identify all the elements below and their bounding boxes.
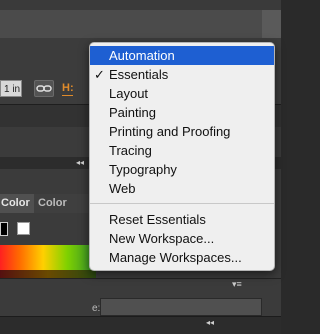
menu-item-web[interactable]: Web	[90, 179, 274, 198]
collapse-arrows-icon-bottom[interactable]: ◂◂	[206, 318, 214, 327]
title-bar	[0, 0, 281, 10]
menu-item-automation[interactable]: Automation	[90, 46, 274, 65]
panel-field[interactable]	[100, 298, 262, 316]
color-spectrum-shade[interactable]	[0, 270, 96, 278]
menu-item-typography[interactable]: Typography	[90, 160, 274, 179]
bottom-collapse-bar[interactable]	[0, 316, 281, 334]
menu-item-reset-essentials[interactable]: Reset Essentials	[90, 210, 274, 229]
panel-menu-icon[interactable]: ▾≡	[232, 279, 246, 289]
stroke-swatch[interactable]	[0, 222, 8, 236]
checkmark-icon: ✓	[94, 67, 105, 82]
menu-item-essentials[interactable]: ✓ Essentials	[90, 65, 274, 84]
menu-item-layout[interactable]: Layout	[90, 84, 274, 103]
collapse-arrows-icon[interactable]: ◂◂	[76, 157, 84, 169]
height-label: H:	[62, 82, 74, 94]
height-label-underline	[62, 95, 73, 96]
tab-color[interactable]: Color	[0, 194, 35, 213]
panel-field-label: e:	[92, 303, 101, 314]
tab-strip-edge	[262, 10, 281, 38]
menu-item-label: Essentials	[109, 67, 169, 82]
menu-item-printing-and-proofing[interactable]: Printing and Proofing	[90, 122, 274, 141]
menu-item-painting[interactable]: Painting	[90, 103, 274, 122]
menu-separator	[90, 203, 274, 204]
width-field[interactable]: 1 in	[0, 80, 22, 97]
menu-item-manage-workspaces[interactable]: Manage Workspaces...	[90, 248, 274, 267]
link-proportions-icon[interactable]	[34, 80, 54, 97]
color-spectrum[interactable]	[0, 245, 96, 270]
fill-swatch[interactable]	[17, 222, 30, 235]
document-tab-strip	[0, 10, 281, 39]
menu-item-new-workspace[interactable]: New Workspace...	[90, 229, 274, 248]
tab-color-guide[interactable]: Color Guide	[34, 194, 94, 213]
workspace-menu: Automation ✓ Essentials Layout Painting …	[89, 42, 275, 271]
menu-item-tracing[interactable]: Tracing	[90, 141, 274, 160]
